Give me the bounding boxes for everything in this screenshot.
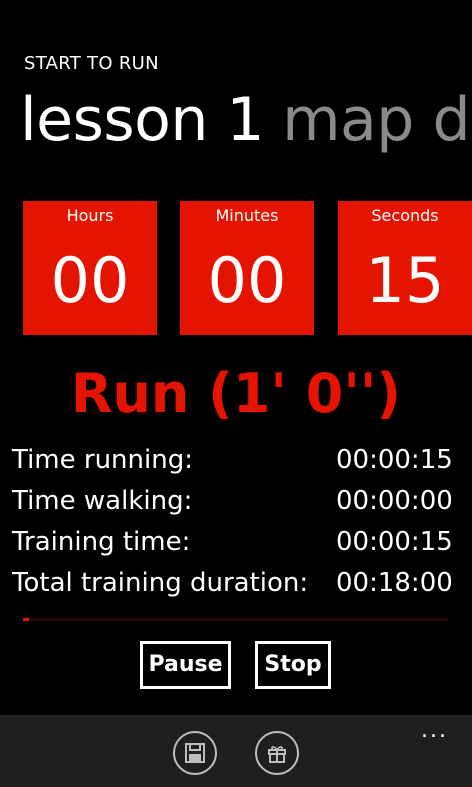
training-progress-bar [23,618,448,621]
stat-label: Time running: [12,445,193,475]
app-title: START TO RUN [24,53,159,74]
stat-row-time-running: Time running: 00:00:15 [12,440,453,481]
pause-button[interactable]: Pause [140,641,231,689]
app-bar: ... [0,715,472,787]
current-phase: Run (1' 0'') [70,362,402,425]
stat-value: 00:00:00 [336,486,453,516]
stat-row-time-walking: Time walking: 00:00:00 [12,481,453,522]
seconds-value: 15 [365,244,445,317]
hours-label: Hours [66,206,114,225]
minutes-tile: Minutes 00 [180,201,314,335]
minutes-label: Minutes [215,206,279,225]
save-button[interactable] [173,731,217,775]
save-icon [185,743,205,763]
more-options-button[interactable]: ... [421,720,448,742]
minutes-value: 00 [207,244,287,317]
stat-label: Total training duration: [12,568,309,598]
stats-list: Time running: 00:00:15 Time walking: 00:… [12,440,453,604]
stat-label: Time walking: [12,486,193,516]
gift-button[interactable] [255,731,299,775]
hours-tile: Hours 00 [23,201,157,335]
stat-row-total-duration: Total training duration: 00:18:00 [12,563,453,604]
pivot-item-map[interactable]: map d [282,85,470,155]
seconds-label: Seconds [371,206,439,225]
gift-icon [268,746,286,763]
training-progress-fill [23,618,29,621]
seconds-tile: Seconds 15 [338,201,472,335]
hours-value: 00 [50,244,130,317]
pivot-header: lesson 1 map d [20,84,471,156]
stop-button[interactable]: Stop [255,641,331,689]
stat-value: 00:00:15 [336,527,453,557]
stat-value: 00:18:00 [336,568,453,598]
stat-value: 00:00:15 [336,445,453,475]
pivot-item-lesson-1[interactable]: lesson 1 [20,85,265,155]
app-root: START TO RUN lesson 1 map d Hours 00 Minu… [0,0,472,787]
stat-label: Training time: [12,527,191,557]
stat-row-training-time: Training time: 00:00:15 [12,522,453,563]
